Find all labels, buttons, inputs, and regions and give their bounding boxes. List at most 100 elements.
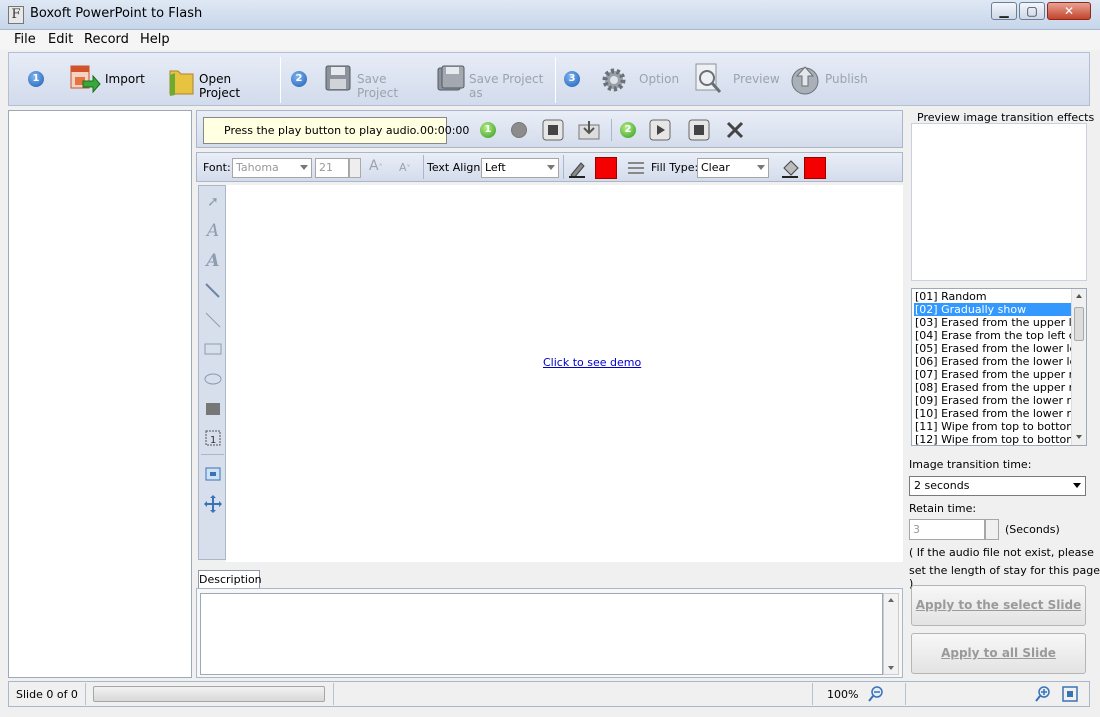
play-icon[interactable]	[649, 119, 671, 141]
chevron-down-icon	[547, 165, 555, 170]
drawing-toolbar: ➚ A A 1	[198, 185, 226, 560]
format-separator	[563, 155, 564, 179]
effect-list-item[interactable]: [07] Erased from the upper right	[914, 368, 1073, 381]
status-separator	[85, 683, 86, 705]
rectangle-tool-icon[interactable]	[203, 339, 223, 359]
progress-bar	[93, 686, 325, 702]
font-size-input[interactable]: 21	[315, 158, 349, 178]
demo-link[interactable]: Click to see demo	[543, 356, 641, 369]
step-2-badge: 2	[291, 71, 307, 87]
description-textarea[interactable]	[200, 593, 883, 675]
move-icon[interactable]	[203, 494, 223, 514]
font-select[interactable]: Tahoma	[232, 158, 312, 178]
text-color-swatch[interactable]	[595, 157, 617, 179]
status-separator	[812, 683, 813, 705]
fit-page-icon[interactable]	[1061, 685, 1079, 703]
minimize-button[interactable]: ▁	[991, 2, 1017, 20]
app-icon: F	[8, 6, 24, 24]
text-color-pen-icon[interactable]	[567, 158, 587, 178]
tool-separator	[201, 454, 224, 455]
select-arrow-icon[interactable]: ➚	[203, 192, 223, 212]
effect-list-item[interactable]: [11] Wipe from top to bottom	[914, 420, 1073, 433]
menu-file[interactable]: File	[14, 32, 36, 47]
ellipse-tool-icon[interactable]	[203, 369, 223, 389]
delete-audio-icon[interactable]	[724, 119, 746, 141]
zoom-out-icon[interactable]	[867, 685, 885, 703]
save-project-button[interactable]: Save Project	[323, 63, 427, 100]
effect-list-item[interactable]: [01] Random	[914, 290, 1073, 303]
import-audio-icon[interactable]	[577, 119, 603, 141]
option-button[interactable]: Option	[599, 63, 679, 97]
line-tool-icon[interactable]	[203, 310, 223, 330]
gear-icon	[602, 68, 626, 92]
transition-effects-list[interactable]: [01] Random [02] Gradually show [03] Erase…	[911, 288, 1087, 446]
effect-list-item[interactable]: [08] Erased from the upper right	[914, 381, 1073, 394]
scroll-down-icon[interactable]	[1076, 435, 1082, 439]
menu-record[interactable]: Record	[84, 32, 129, 47]
preview-button[interactable]: Preview	[691, 61, 780, 97]
text-align-label: Text Align:	[427, 161, 485, 174]
fill-bucket-icon[interactable]	[780, 158, 800, 178]
slide-thumbnail-panel[interactable]	[8, 110, 192, 678]
description-panel	[196, 588, 903, 678]
scroll-thumb[interactable]	[1074, 307, 1084, 341]
effects-list-scrollbar[interactable]	[1071, 289, 1086, 445]
audio-bar: Press the play button to play audio. 00:…	[196, 110, 903, 148]
zoom-in-icon[interactable]	[1034, 685, 1052, 703]
effect-list-item[interactable]: [04] Erase from the top left corn	[914, 329, 1073, 342]
font-size-spinner[interactable]	[349, 158, 361, 178]
effect-list-item[interactable]: [09] Erased from the lower right	[914, 394, 1073, 407]
zoom-level: 100%	[827, 688, 859, 701]
save-project-as-button[interactable]: Save Project as	[435, 63, 553, 100]
close-button[interactable]: ✕	[1047, 2, 1091, 20]
apply-to-all-slides-button[interactable]: Apply to all Slide	[911, 633, 1086, 674]
description-tab[interactable]: Description	[198, 570, 262, 588]
text-align-select[interactable]: Left	[481, 158, 559, 178]
effect-list-item[interactable]: [05] Erased from the lower left c	[914, 342, 1073, 355]
scroll-up-icon[interactable]	[1076, 294, 1082, 298]
play-hint-text: Press the play button to play audio.	[224, 124, 420, 137]
line-style-icon[interactable]	[627, 160, 645, 176]
publish-button[interactable]: Publish	[787, 61, 883, 97]
main-toolbar: 1 Import Open Project 2 Save Project Sav…	[8, 52, 1090, 106]
text-tool-icon[interactable]: A	[203, 221, 223, 241]
fit-to-window-icon[interactable]	[203, 464, 223, 484]
menu-bar: File Edit Record Help	[0, 30, 1100, 50]
effect-list-item[interactable]: [03] Erased from the upper left c	[914, 316, 1073, 329]
audio-separator	[611, 119, 612, 141]
effect-list-item[interactable]: [02] Gradually show	[914, 303, 1073, 316]
effect-list-item[interactable]: [06] Erased from the lower left c	[914, 355, 1073, 368]
scroll-up-icon[interactable]	[888, 598, 894, 602]
arrow-line-tool-icon[interactable]	[203, 281, 223, 301]
grow-font-icon[interactable]: A˄	[369, 158, 383, 174]
apply-to-selected-slide-button[interactable]: Apply to the select Slide	[911, 585, 1086, 626]
fill-type-label: Fill Type:	[651, 161, 699, 174]
number-box-tool-icon[interactable]: 1	[203, 428, 223, 448]
open-project-button[interactable]: Open Project	[165, 61, 269, 100]
transition-time-select[interactable]: 2 seconds	[909, 476, 1086, 496]
stop-icon[interactable]	[688, 119, 710, 141]
fill-color-swatch[interactable]	[804, 157, 826, 179]
floppy-disk-icon	[325, 65, 351, 91]
stop-record-icon[interactable]	[542, 119, 564, 141]
effect-list-item[interactable]: [10] Erased from the lower right	[914, 407, 1073, 420]
filled-rectangle-tool-icon[interactable]	[203, 399, 223, 419]
description-scrollbar[interactable]	[883, 593, 899, 675]
retain-time-spinner[interactable]	[985, 519, 999, 540]
menu-edit[interactable]: Edit	[48, 32, 73, 47]
slide-canvas[interactable]: Click to see demo	[226, 185, 903, 562]
format-separator	[423, 155, 424, 179]
shrink-font-icon[interactable]: A˅	[399, 161, 411, 174]
outline-text-tool-icon[interactable]: A	[203, 251, 223, 271]
step-3-badge: 3	[564, 71, 580, 87]
menu-help[interactable]: Help	[140, 32, 170, 47]
effect-list-item[interactable]: [12] Wipe from top to bottom an	[914, 433, 1073, 445]
scroll-down-icon[interactable]	[888, 666, 894, 670]
retain-time-input[interactable]: 3	[909, 519, 985, 540]
maximize-button[interactable]: ▢	[1019, 2, 1045, 20]
record-icon[interactable]	[508, 119, 530, 141]
fill-type-select[interactable]: Clear	[697, 158, 769, 178]
retain-time-label: Retain time:	[909, 502, 977, 515]
format-bar: Font: Tahoma 21 A˄ A˅ Text Align: Left F…	[196, 152, 903, 182]
import-button[interactable]: Import	[67, 63, 163, 99]
